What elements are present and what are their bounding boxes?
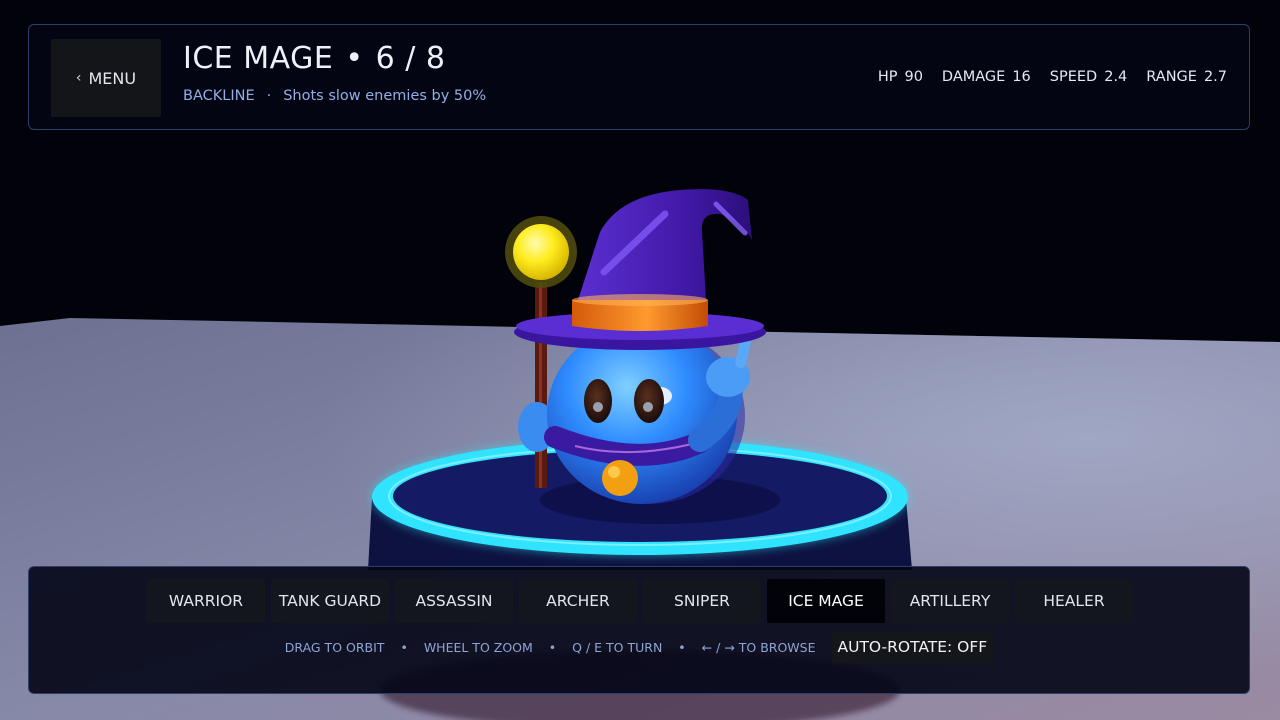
stat-damage: DAMAGE 16 <box>942 69 1031 85</box>
stat-value: 2.4 <box>1104 69 1128 85</box>
tab-assassin[interactable]: ASSASSIN <box>395 579 513 623</box>
tab-archer[interactable]: ARCHER <box>519 579 637 623</box>
tab-tank-guard[interactable]: TANK GUARD <box>271 579 389 623</box>
tab-sniper[interactable]: SNIPER <box>643 579 761 623</box>
menu-button-label: MENU <box>88 68 137 88</box>
unit-title: ICE MAGE • 6 / 8 <box>183 41 445 76</box>
hint-separator: • <box>548 639 557 655</box>
stat-value: 90 <box>904 69 923 85</box>
unit-info-panel: ‹ MENU ICE MAGE • 6 / 8 BACKLINE · Shots slo… <box>28 24 1250 130</box>
unit-stats: HP 90 DAMAGE 16 SPEED 2.4 RANGE 2.7 <box>878 69 1227 85</box>
hint-separator: • <box>400 639 408 655</box>
unit-selector-panel: WARRIOR TANK GUARD ASSASSIN ARCHER SNIPE… <box>28 566 1250 694</box>
subtitle-separator: · <box>266 88 272 104</box>
unit-index: 6 / 8 <box>375 41 446 76</box>
control-hints: DRAG TO ORBIT • WHEEL TO ZOOM • Q / E TO… <box>29 631 1249 663</box>
amulet <box>602 460 638 496</box>
unit-ability: Shots slow enemies by 50% <box>283 88 487 104</box>
stat-label: SPEED <box>1049 69 1098 85</box>
menu-button[interactable]: ‹ MENU <box>51 39 161 117</box>
stat-speed: SPEED 2.4 <box>1050 69 1128 85</box>
unit-name: ICE MAGE <box>183 41 334 76</box>
unit-subtitle: BACKLINE · Shots slow enemies by 50% <box>183 88 486 104</box>
hint-turn: Q / E TO TURN <box>572 639 663 655</box>
auto-rotate-toggle[interactable]: AUTO-ROTATE: OFF <box>831 631 994 663</box>
stat-hp: HP 90 <box>878 69 923 85</box>
unit-tabs: WARRIOR TANK GUARD ASSASSIN ARCHER SNIPE… <box>147 579 1133 623</box>
stat-range: RANGE 2.7 <box>1146 69 1227 85</box>
unit-role: BACKLINE <box>183 88 255 104</box>
stat-label: DAMAGE <box>941 69 1006 85</box>
stat-value: 16 <box>1012 69 1031 85</box>
staff-orb <box>513 224 569 280</box>
stat-value: 2.7 <box>1203 69 1227 85</box>
hint-orbit: DRAG TO ORBIT <box>284 639 385 655</box>
stat-label: HP <box>877 69 898 85</box>
tab-artillery[interactable]: ARTILLERY <box>891 579 1009 623</box>
chevron-left-icon: ‹ <box>75 70 82 86</box>
stat-label: RANGE <box>1146 69 1197 85</box>
tab-healer[interactable]: HEALER <box>1015 579 1133 623</box>
hint-zoom: WHEEL TO ZOOM <box>423 639 533 655</box>
tab-warrior[interactable]: WARRIOR <box>147 579 265 623</box>
hint-browse: ← / → TO BROWSE <box>701 639 816 655</box>
hint-separator: • <box>678 639 686 655</box>
title-separator: • <box>345 41 364 76</box>
tab-ice-mage[interactable]: ICE MAGE <box>767 579 885 623</box>
